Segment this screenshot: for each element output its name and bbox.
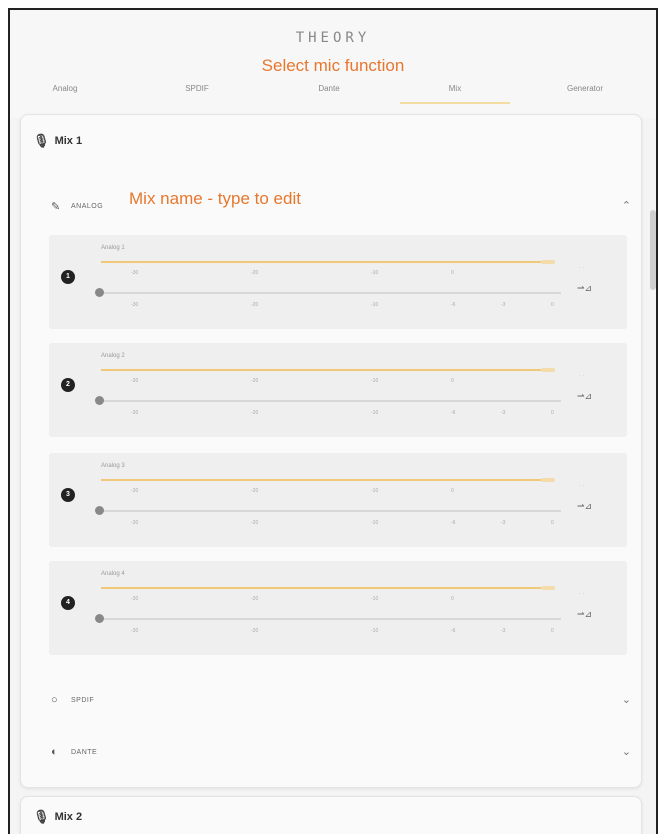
level-meter-bar <box>101 369 541 371</box>
tab-spdif[interactable]: SPDIF <box>142 76 252 104</box>
channel-strip: Analog 3 3 -30 -20 -10 0 -30 -20 -10 -6 … <box>49 453 627 547</box>
tab-bar: Analog SPDIF Dante Mix Generator <box>10 76 656 106</box>
channel-number-badge: 1 <box>61 270 75 284</box>
annotation-mix-name: Mix name - type to edit <box>129 189 301 208</box>
level-meter-tail <box>541 586 555 590</box>
header: THEORY Select mic function Analog SPDIF … <box>10 10 656 118</box>
scrollbar[interactable] <box>650 210 656 290</box>
gain-slider-knob[interactable] <box>95 288 104 297</box>
link-icon[interactable]: ⇀⊿ <box>577 391 592 402</box>
section-dante-header[interactable]: ◐ DANTE ⌄ <box>51 743 631 765</box>
circle-icon: ○ <box>51 694 58 706</box>
mic-icon: 🎙 <box>33 809 50 824</box>
mix-card-1: 🎙 Mix 1 ✎ ANALOG ⌃ Mix name - type to ed… <box>20 114 642 788</box>
gain-slider-knob[interactable] <box>95 506 104 515</box>
link-icon[interactable]: ⇀⊿ <box>577 609 592 620</box>
slider-scale: -30 -20 -10 -6 -3 0 <box>131 410 554 416</box>
mix-2-header[interactable]: 🎙 Mix 2 <box>33 809 82 825</box>
channel-label: Analog 4 <box>101 571 125 577</box>
gain-slider-track[interactable] <box>101 510 561 512</box>
link-icon[interactable]: ⇀⊿ <box>577 501 592 512</box>
meter-scale: -30 -20 -10 0 <box>131 378 454 384</box>
meter-dots: · · <box>579 591 585 597</box>
slider-scale: -30 -20 -10 -6 -3 0 <box>131 628 554 634</box>
channel-label: Analog 1 <box>101 245 125 251</box>
gain-slider-track[interactable] <box>101 292 561 294</box>
channel-strip: Analog 2 2 -30 -20 -10 0 -30 -20 -10 -6 … <box>49 343 627 437</box>
meter-dots: · · <box>579 373 585 379</box>
level-meter-tail <box>541 260 555 264</box>
meter-scale: -30 -20 -10 0 <box>131 596 454 602</box>
section-dante-label: DANTE <box>71 749 98 756</box>
meter-dots: · · <box>579 483 585 489</box>
meter-scale: -30 -20 -10 0 <box>131 270 454 276</box>
channel-strip: Analog 1 1 -30 -20 -10 0 -30 -20 -10 -6 … <box>49 235 627 329</box>
gain-slider-knob[interactable] <box>95 614 104 623</box>
channel-number-badge: 3 <box>61 488 75 502</box>
mic-icon: 🎙 <box>33 133 50 148</box>
channel-number-badge: 4 <box>61 596 75 610</box>
gain-slider-track[interactable] <box>101 400 561 402</box>
tab-dante[interactable]: Dante <box>274 76 384 104</box>
gain-slider-track[interactable] <box>101 618 561 620</box>
mix-2-title: Mix 2 <box>54 810 83 823</box>
chevron-down-icon[interactable]: ⌄ <box>622 745 631 758</box>
mix-1-title: Mix 1 <box>54 134 83 147</box>
level-meter-bar <box>101 587 541 589</box>
annotation-select-mic-function: Select mic function <box>261 56 405 75</box>
tab-mix[interactable]: Mix <box>400 76 510 104</box>
level-meter-bar <box>101 261 541 263</box>
channel-label: Analog 3 <box>101 463 125 469</box>
app-frame: THEORY Select mic function Analog SPDIF … <box>8 8 658 834</box>
logo-text: THEORY <box>295 30 371 46</box>
channel-strip: Analog 4 4 -30 -20 -10 0 -30 -20 -10 -6 … <box>49 561 627 655</box>
gain-slider-knob[interactable] <box>95 396 104 405</box>
level-meter-tail <box>541 368 555 372</box>
mix-card-2: 🎙 Mix 2 <box>20 796 642 834</box>
section-spdif-header[interactable]: ○ SPDIF ⌄ <box>51 691 631 713</box>
slider-scale: -30 -20 -10 -6 -3 0 <box>131 520 554 526</box>
chevron-down-icon[interactable]: ⌄ <box>622 693 631 706</box>
level-meter-bar <box>101 479 541 481</box>
theory-logo: THEORY <box>10 30 656 46</box>
section-spdif-label: SPDIF <box>71 697 95 704</box>
meter-dots: · · <box>579 265 585 271</box>
channel-number-badge: 2 <box>61 378 75 392</box>
link-icon[interactable]: ⇀⊿ <box>577 283 592 294</box>
slider-scale: -30 -20 -10 -6 -3 0 <box>131 302 554 308</box>
section-analog-label: ANALOG <box>71 203 104 210</box>
channel-label: Analog 2 <box>101 353 125 359</box>
pencil-icon: ✎ <box>51 201 61 213</box>
mix-1-header[interactable]: 🎙 Mix 1 <box>33 133 82 149</box>
tab-generator[interactable]: Generator <box>530 76 640 104</box>
tab-analog[interactable]: Analog <box>10 76 120 104</box>
meter-scale: -30 -20 -10 0 <box>131 488 454 494</box>
level-meter-tail <box>541 478 555 482</box>
chevron-up-icon[interactable]: ⌃ <box>622 199 631 212</box>
dante-icon: ◐ <box>51 746 58 758</box>
